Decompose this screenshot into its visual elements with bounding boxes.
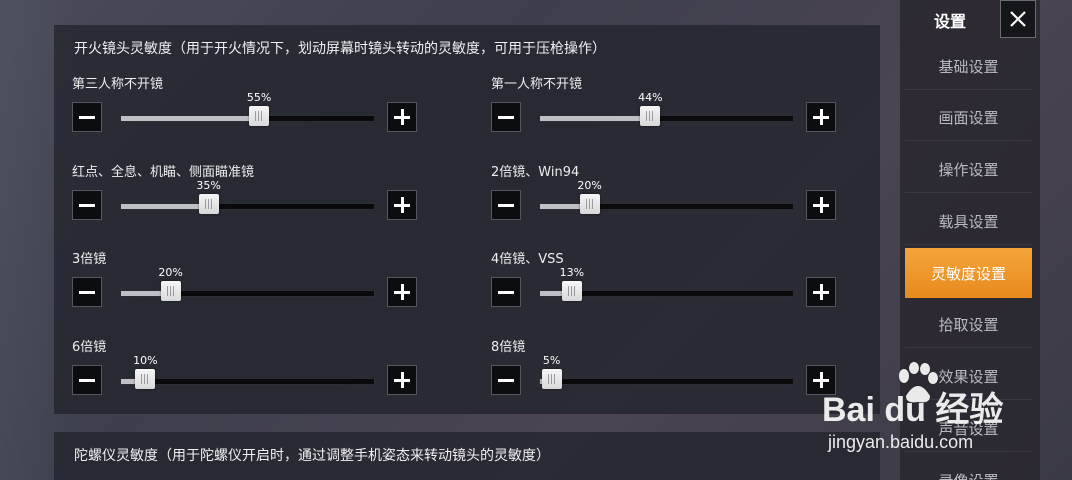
slider-value: 13% (559, 266, 585, 279)
slider-row: 6倍镜 10% (72, 336, 422, 416)
minus-icon (498, 378, 514, 382)
slider-value: 5% (542, 354, 561, 367)
minus-icon (79, 378, 95, 382)
decrease-button[interactable] (491, 277, 521, 307)
nav-item-pickup[interactable]: 拾取设置 (905, 301, 1032, 348)
nav-item-basic[interactable]: 基础设置 (905, 43, 1032, 90)
slider-label: 第三人称不开镜 (72, 77, 164, 92)
close-icon (1010, 11, 1026, 27)
slider-thumb[interactable] (249, 106, 270, 126)
slider-value: 10% (133, 354, 158, 367)
minus-icon (498, 203, 514, 207)
increase-button[interactable] (806, 190, 836, 220)
increase-button[interactable] (387, 365, 417, 395)
nav-item-vehicle[interactable]: 载具设置 (905, 198, 1032, 245)
slider-track[interactable] (539, 115, 794, 122)
settings-sidebar: 设置 基础设置 画面设置 操作设置 载具设置 灵敏度设置 拾取设置 效果设置 声… (900, 0, 1040, 480)
slider-value: 20% (577, 179, 602, 192)
decrease-button[interactable] (491, 102, 521, 132)
increase-button[interactable] (387, 102, 417, 132)
gyro-sensitivity-panel: 陀螺仪灵敏度（用于陀螺仪开启时，通过调整手机姿态来转动镜头的灵敏度） (54, 432, 880, 480)
slider-track[interactable] (120, 290, 375, 297)
slider-row: 2倍镜、Win94 20% (491, 161, 841, 241)
increase-button[interactable] (806, 277, 836, 307)
slider-value: 35% (196, 179, 221, 192)
slider-value: 55% (246, 91, 272, 104)
slider-fill (540, 116, 652, 121)
nav-item-display[interactable]: 画面设置 (905, 94, 1032, 141)
slider-row: 4倍镜、VSS 13% (491, 248, 841, 328)
sidebar-title: 设置 (933, 12, 966, 31)
slider-fill (121, 116, 261, 121)
slider-track[interactable] (120, 115, 375, 122)
fire-scope-sensitivity-panel: 开火镜头灵敏度（用于开火情况下，划动屏幕时镜头转动的灵敏度，可用于压枪操作） 第… (54, 25, 880, 414)
increase-button[interactable] (806, 365, 836, 395)
section-title: 陀螺仪灵敏度（用于陀螺仪开启时，通过调整手机姿态来转动镜头的灵敏度） (74, 448, 550, 464)
increase-button[interactable] (387, 277, 417, 307)
minus-icon (498, 115, 514, 119)
minus-icon (498, 290, 514, 294)
slider-value: 20% (158, 266, 183, 279)
decrease-button[interactable] (491, 365, 521, 395)
slider-thumb[interactable] (160, 281, 181, 301)
slider-thumb[interactable] (579, 194, 600, 214)
slider-row: 第一人称不开镜 44% (491, 73, 841, 153)
slider-label: 8倍镜 (491, 340, 526, 355)
slider-label: 4倍镜、VSS (491, 252, 564, 267)
slider-thumb[interactable] (135, 369, 156, 389)
increase-button[interactable] (806, 102, 836, 132)
slider-fill (121, 204, 210, 209)
minus-icon (79, 115, 95, 119)
nav-item-replay[interactable]: 录像设置 (905, 457, 1032, 480)
slider-row: 红点、全息、机瞄、侧面瞄准镜 35% (72, 161, 422, 241)
slider-label: 第一人称不开镜 (491, 77, 583, 92)
slider-thumb[interactable] (561, 281, 582, 301)
minus-icon (79, 290, 95, 294)
slider-value: 44% (638, 91, 663, 104)
slider-thumb[interactable] (198, 194, 219, 214)
slider-thumb[interactable] (640, 106, 661, 126)
minus-icon (79, 203, 95, 207)
increase-button[interactable] (387, 190, 417, 220)
slider-label: 6倍镜 (72, 340, 107, 355)
slider-track[interactable] (539, 203, 794, 210)
slider-track[interactable] (120, 203, 375, 210)
nav-item-sensitivity[interactable]: 灵敏度设置 (905, 248, 1032, 298)
decrease-button[interactable] (72, 365, 102, 395)
close-button[interactable] (1000, 0, 1036, 38)
slider-label: 2倍镜、Win94 (491, 165, 580, 180)
slider-label: 红点、全息、机瞄、侧面瞄准镜 (72, 165, 255, 180)
slider-row: 第三人称不开镜 55% (72, 73, 422, 153)
nav-item-sound[interactable]: 声音设置 (905, 405, 1032, 452)
slider-thumb[interactable] (541, 369, 562, 389)
slider-track[interactable] (539, 378, 794, 385)
decrease-button[interactable] (72, 102, 102, 132)
nav-item-controls[interactable]: 操作设置 (905, 146, 1032, 193)
slider-label: 3倍镜 (72, 252, 107, 267)
nav-item-effects[interactable]: 效果设置 (905, 353, 1032, 400)
decrease-button[interactable] (72, 190, 102, 220)
section-title: 开火镜头灵敏度（用于开火情况下，划动屏幕时镜头转动的灵敏度，可用于压枪操作） (74, 41, 606, 57)
slider-row: 8倍镜 5% (491, 336, 841, 416)
decrease-button[interactable] (491, 190, 521, 220)
decrease-button[interactable] (72, 277, 102, 307)
slider-track[interactable] (120, 378, 375, 385)
slider-row: 3倍镜 20% (72, 248, 422, 328)
